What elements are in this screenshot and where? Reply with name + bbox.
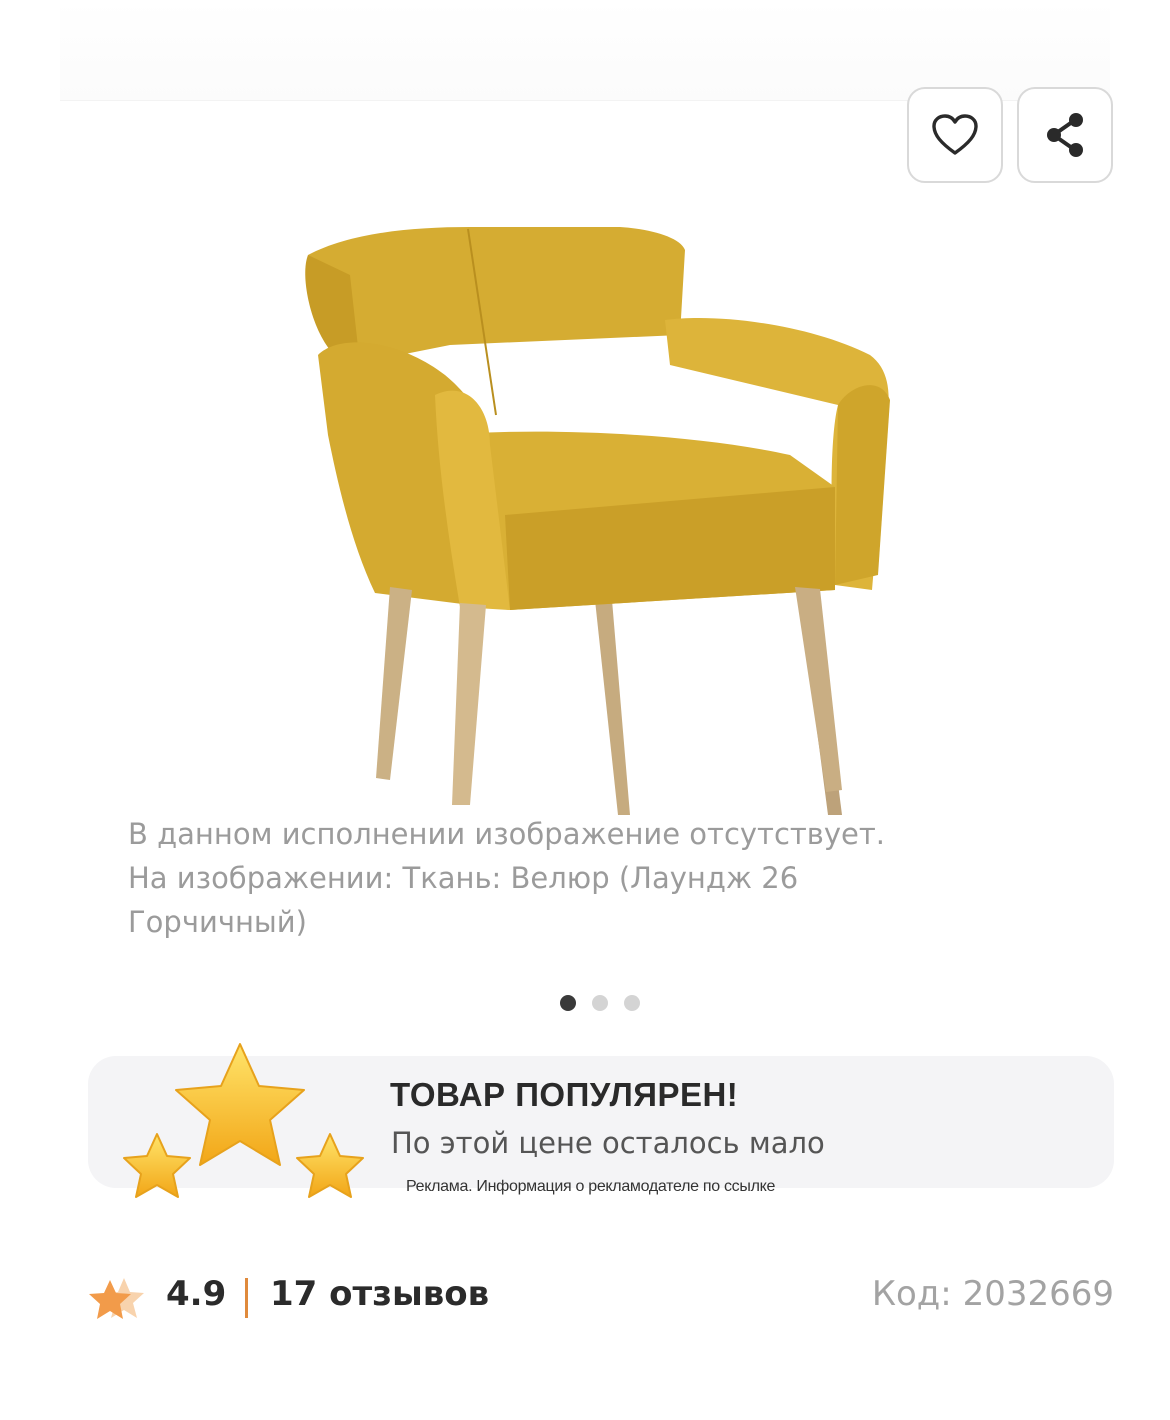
promo-title: ТОВАР ПОПУЛЯРЕН! <box>390 1076 739 1113</box>
carousel-dot[interactable] <box>592 995 608 1011</box>
promo-subtitle: По этой цене осталось мало <box>391 1126 825 1160</box>
product-image-chair[interactable] <box>290 215 910 815</box>
product-code: Код: 2032669 <box>871 1274 1114 1314</box>
ad-disclaimer-link[interactable]: Реклама. Информация о рекламодателе по с… <box>406 1178 775 1196</box>
heart-icon <box>932 114 978 155</box>
rating-star-icon <box>89 1278 144 1319</box>
carousel-dot[interactable] <box>624 995 640 1011</box>
caption-line: На изображении: Ткань: Велюр (Лаундж 26 <box>128 861 799 895</box>
caption-line: В данном исполнении изображение отсутств… <box>128 817 885 851</box>
carousel-dot-active[interactable] <box>560 995 576 1011</box>
carousel-dots <box>560 995 640 1011</box>
share-button[interactable] <box>1017 87 1113 183</box>
rating-divider <box>245 1278 248 1318</box>
top-header-area <box>60 0 1110 101</box>
caption-line: Горчичный) <box>128 905 307 939</box>
rating-value: 4.9 <box>166 1274 227 1314</box>
image-caption: В данном исполнении изображение отсутств… <box>128 812 1028 944</box>
favorite-button[interactable] <box>907 87 1003 183</box>
rating-row: 4.9 17 отзывов Код: 2032669 <box>88 1268 1114 1324</box>
stars-illustration-icon <box>123 1043 364 1198</box>
reviews-link[interactable]: 17 отзывов <box>270 1274 489 1314</box>
share-icon <box>1047 113 1083 157</box>
